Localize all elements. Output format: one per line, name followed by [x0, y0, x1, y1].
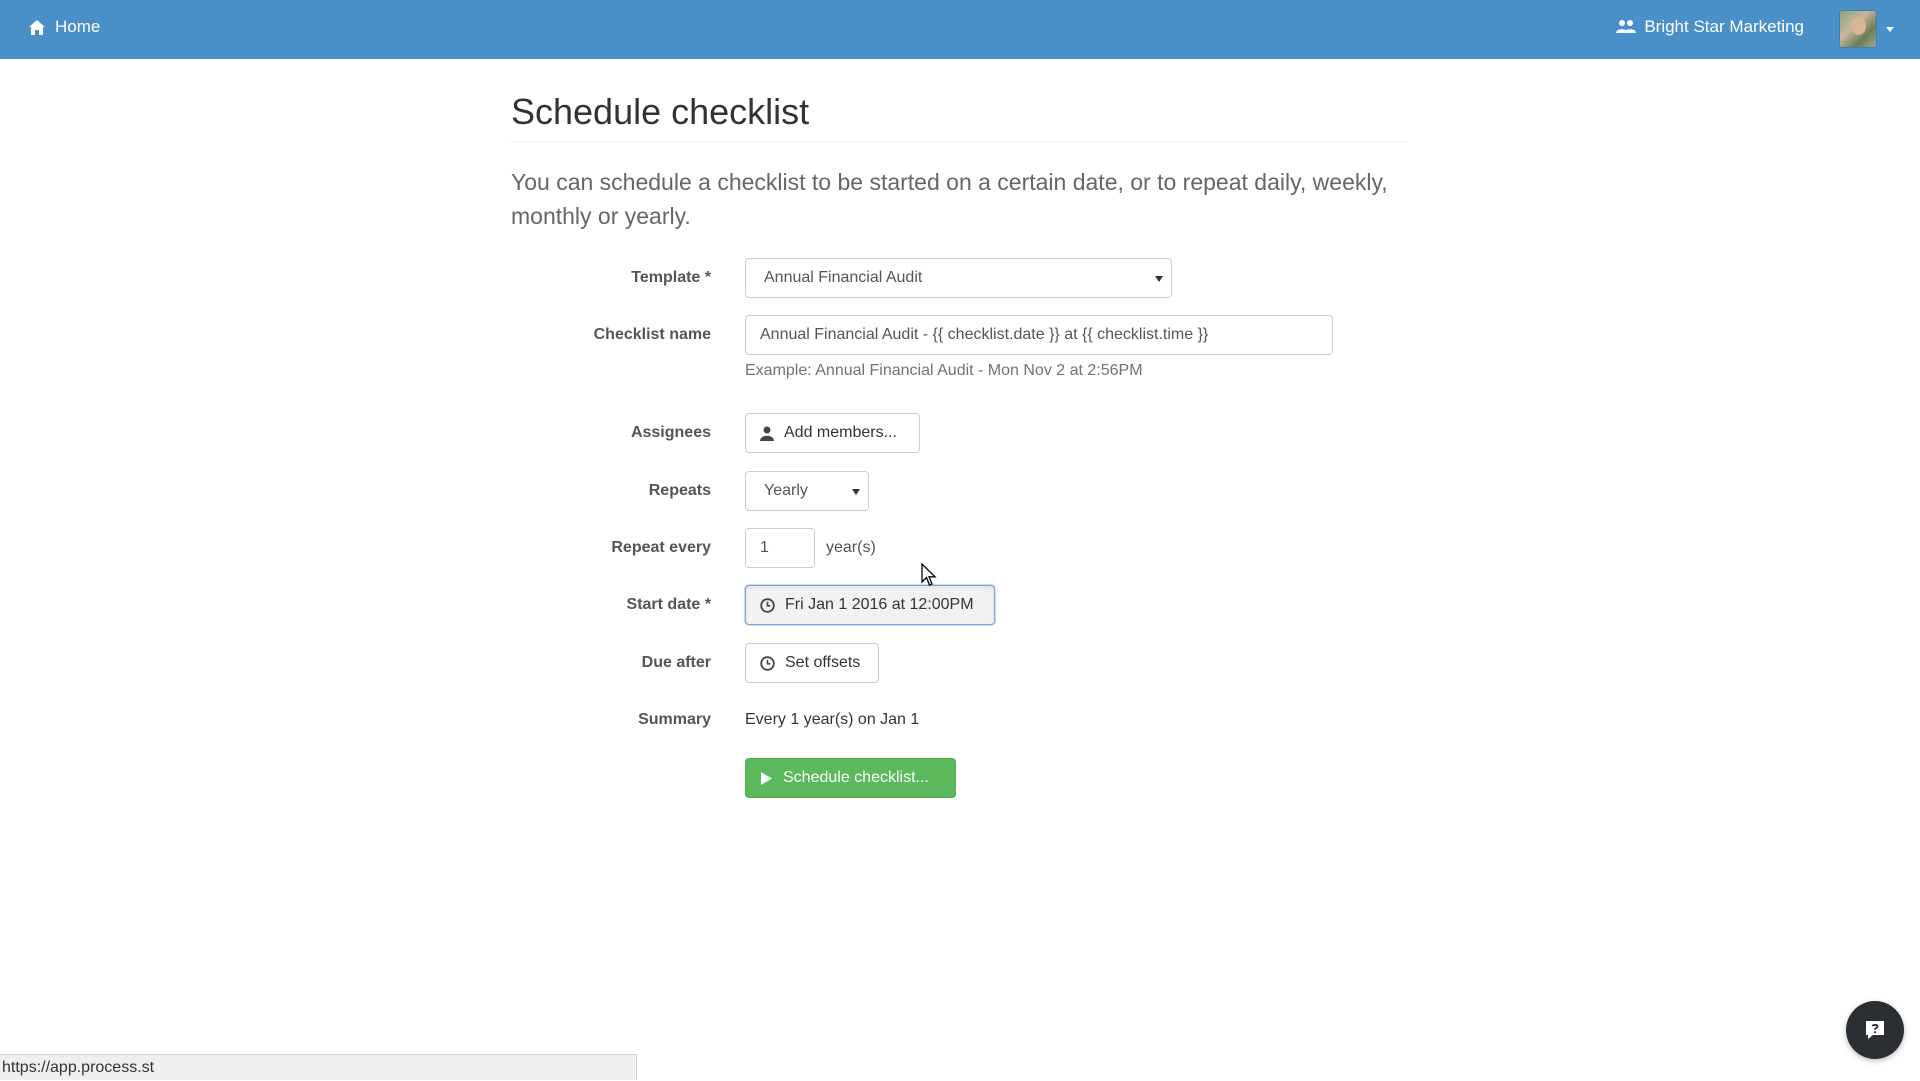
play-icon [761, 771, 772, 785]
schedule-checklist-label: Schedule checklist... [783, 769, 929, 786]
submit-row: Schedule checklist... [511, 758, 1408, 798]
schedule-checklist-button[interactable]: Schedule checklist... [745, 758, 956, 798]
page-description: You can schedule a checklist to be start… [511, 169, 1388, 229]
summary-row: Summary Every 1 year(s) on Jan 1 [511, 700, 1408, 740]
due-after-row: Due after Set offsets [511, 643, 1408, 683]
title-divider [511, 141, 1408, 142]
avatar [1839, 10, 1877, 48]
add-members-label: Add members... [784, 424, 897, 441]
repeats-select[interactable]: Yearly [745, 471, 869, 511]
clock-icon [760, 655, 775, 671]
organization-name: Bright Star Marketing [1644, 17, 1804, 36]
browser-status-bar: https://app.process.st [0, 1054, 637, 1080]
template-label: Template * [631, 269, 711, 286]
start-date-label: Start date * [626, 596, 711, 613]
start-date-row: Start date * Fri Jan 1 2016 at 12:00PM [511, 585, 1408, 625]
set-offsets-button[interactable]: Set offsets [745, 643, 879, 683]
repeat-every-input[interactable]: 1 [745, 528, 815, 568]
home-link[interactable]: Home [28, 17, 100, 37]
checklist-name-help: Example: Annual Financial Audit - Mon No… [745, 362, 1143, 379]
users-icon [1616, 20, 1637, 33]
repeat-every-row: Repeat every 1 year(s) [511, 528, 1408, 568]
checklist-name-label: Checklist name [593, 326, 711, 343]
summary-label: Summary [638, 711, 711, 728]
repeats-value: Yearly [764, 482, 808, 499]
chevron-down-icon [852, 489, 860, 495]
organization-link[interactable]: Bright Star Marketing [1616, 17, 1804, 37]
start-date-value: Fri Jan 1 2016 at 12:00PM [785, 596, 974, 613]
home-icon [29, 19, 45, 35]
repeat-every-label: Repeat every [611, 539, 711, 556]
checklist-name-row: Checklist name Annual Financial Audit - … [511, 315, 1408, 379]
chevron-down-icon [1886, 26, 1894, 32]
question-icon [1866, 1021, 1884, 1039]
assignees-row: Assignees Add members... [511, 413, 1408, 453]
checklist-name-input[interactable]: Annual Financial Audit - {{ checklist.da… [745, 315, 1333, 355]
repeats-row: Repeats Yearly [511, 471, 1408, 511]
due-after-label: Due after [641, 654, 711, 671]
help-chat-button[interactable] [1846, 1001, 1904, 1059]
start-date-button[interactable]: Fri Jan 1 2016 at 12:00PM [745, 585, 995, 625]
template-row: Template * Annual Financial Audit [511, 258, 1408, 298]
home-label: Home [55, 17, 101, 36]
mouse-pointer-icon [921, 563, 937, 586]
clock-icon [760, 597, 775, 613]
chevron-down-icon [1155, 276, 1163, 282]
repeat-every-unit: year(s) [826, 539, 876, 556]
page-title: Schedule checklist [511, 91, 810, 132]
add-members-button[interactable]: Add members... [745, 413, 920, 453]
template-value: Annual Financial Audit [764, 269, 923, 286]
template-select[interactable]: Annual Financial Audit [745, 258, 1172, 298]
summary-value: Every 1 year(s) on Jan 1 [745, 711, 920, 728]
user-icon [760, 426, 774, 441]
repeats-label: Repeats [648, 482, 711, 499]
top-navbar: Home Bright Star Marketing [0, 0, 1920, 59]
user-menu[interactable] [1839, 10, 1894, 48]
set-offsets-label: Set offsets [785, 654, 861, 671]
assignees-label: Assignees [630, 424, 711, 441]
